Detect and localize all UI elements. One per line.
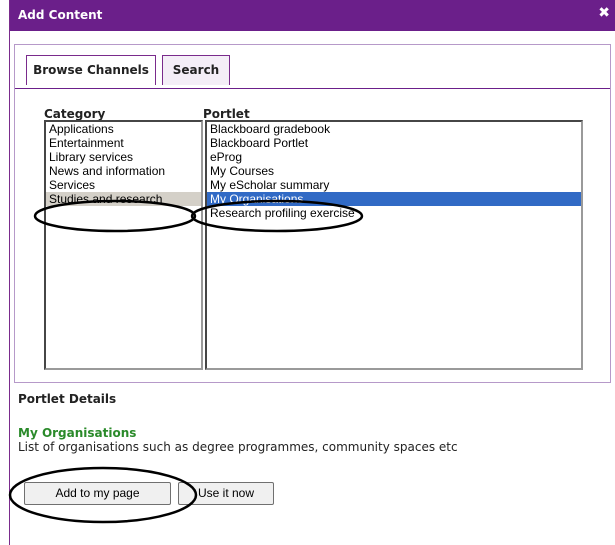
- portlet-description: List of organisations such as degree pro…: [18, 440, 458, 454]
- category-option[interactable]: Services: [46, 178, 201, 192]
- category-option[interactable]: Library services: [46, 150, 201, 164]
- tab-search[interactable]: Search: [162, 55, 230, 85]
- category-option-selected[interactable]: Studies and research: [46, 192, 201, 206]
- category-option[interactable]: Applications: [46, 122, 201, 136]
- portlet-option[interactable]: My Courses: [207, 164, 581, 178]
- add-content-dialog: Add Content ✖ Browse Channels Search Cat…: [9, 0, 615, 545]
- portlet-name: My Organisations: [18, 426, 137, 440]
- category-option[interactable]: Entertainment: [46, 136, 201, 150]
- category-option[interactable]: News and information: [46, 164, 201, 178]
- portlet-label: Portlet: [203, 107, 250, 121]
- category-label: Category: [44, 107, 106, 121]
- use-it-now-button[interactable]: Use it now: [178, 482, 274, 505]
- tab-bar: Browse Channels Search: [15, 45, 610, 89]
- add-to-my-page-button[interactable]: Add to my page: [24, 482, 171, 505]
- browse-panel: Browse Channels Search Category Portlet …: [14, 44, 611, 383]
- tab-browse-channels[interactable]: Browse Channels: [26, 55, 156, 85]
- portlet-option-selected[interactable]: My Organisations: [207, 192, 581, 206]
- portlet-option[interactable]: eProg: [207, 150, 581, 164]
- portlet-details-heading: Portlet Details: [18, 392, 117, 406]
- dialog-title: Add Content: [18, 8, 103, 22]
- portlet-option[interactable]: Blackboard gradebook: [207, 122, 581, 136]
- category-listbox[interactable]: Applications Entertainment Library servi…: [44, 120, 203, 370]
- close-icon[interactable]: ✖: [598, 5, 610, 21]
- portlet-listbox[interactable]: Blackboard gradebook Blackboard Portlet …: [205, 120, 583, 370]
- portlet-option[interactable]: My eScholar summary: [207, 178, 581, 192]
- portlet-option[interactable]: Blackboard Portlet: [207, 136, 581, 150]
- dialog-titlebar: Add Content ✖: [10, 0, 615, 31]
- portlet-option[interactable]: Research profiling exercise: [207, 206, 581, 220]
